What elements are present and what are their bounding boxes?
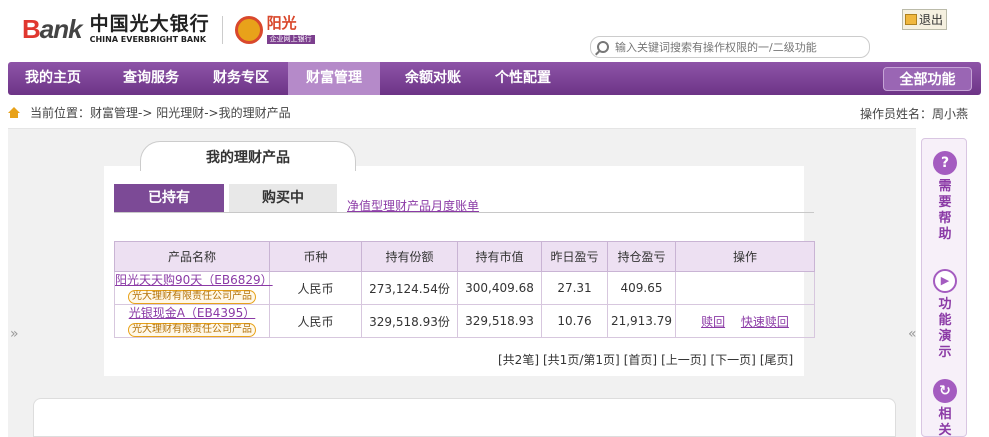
col-position: 持仓盈亏 (607, 241, 676, 272)
logo-cn-name: 中国光大银行 (89, 13, 210, 35)
logo-divider (221, 15, 223, 44)
monthly-bill-link[interactable]: 净值型理财产品月度账单 (347, 197, 479, 214)
logo-cn-block: 中国光大银行 CHINA EVERBRIGHT BANK (90, 15, 210, 44)
tab-my-products[interactable]: 我的理财产品 (140, 141, 356, 171)
yesterday-cell: 10.76 (541, 304, 608, 338)
expand-left-arrow[interactable]: » (10, 326, 19, 342)
holdings-table: 产品名称 币种 持有份额 持有市值 昨日盈亏 持仓盈亏 操作 阳光天天购90天（… (114, 241, 815, 338)
position-cell: 21,913.79 (607, 304, 676, 338)
value-cell: 300,409.68 (457, 271, 542, 305)
col-value: 持有市值 (457, 241, 542, 272)
tab-buying[interactable]: 购买中 (229, 184, 337, 212)
nav-item-finance[interactable]: 财务专区 (196, 62, 286, 95)
header: Bank 中国光大银行 CHINA EVERBRIGHT BANK 阳光 企业网… (0, 0, 989, 60)
actions-cell: 赎回 快速赎回 (675, 304, 815, 338)
logo-bank-text: Bank (22, 14, 83, 44)
search-icon[interactable] (597, 41, 609, 53)
product-cell: 阳光天天购90天（EB6829） 光大理财有限责任公司产品 (114, 271, 273, 305)
logout-label: 退出 (919, 13, 944, 27)
position-cell: 409.65 (607, 271, 676, 305)
sun-subtitle: 企业网上银行 (266, 34, 315, 44)
table-row: 光银现金A（EB4395） 光大理财有限责任公司产品 人民币 329,518.9… (114, 304, 815, 338)
breadcrumb-text: 当前位置：财富管理-> 阳光理财->我的理财产品 (30, 106, 291, 120)
nav-item-settings[interactable]: 个性配置 (478, 62, 568, 95)
col-currency: 币种 (269, 241, 362, 272)
search-box[interactable] (590, 36, 870, 58)
col-shares: 持有份额 (361, 241, 458, 272)
pager-total: [共2笔] (498, 353, 539, 367)
breadcrumb: 当前位置：财富管理-> 阳光理财->我的理财产品 (8, 104, 291, 121)
shares-cell: 273,124.54份 (361, 271, 458, 305)
pager-last[interactable]: [尾页] (760, 351, 793, 368)
nav-item-wealth[interactable]: 财富管理 (288, 62, 380, 95)
pager-prev[interactable]: [上一页] (661, 351, 706, 368)
table-row: 阳光天天购90天（EB6829） 光大理财有限责任公司产品 人民币 273,12… (114, 271, 815, 305)
actions-cell (675, 271, 815, 305)
side-demo-label: 功能演示 (938, 297, 952, 360)
quick-redeem-link[interactable]: 快速赎回 (741, 315, 789, 329)
pager-next[interactable]: [下一页] (710, 351, 755, 368)
value-cell: 329,518.93 (457, 304, 542, 338)
logo-en-name: CHINA EVERBRIGHT BANK (89, 35, 207, 44)
product-name-link[interactable]: 阳光天天购90天（EB6829） (115, 273, 273, 288)
side-help-label: 需要帮助 (938, 179, 952, 242)
shares-cell: 329,518.93份 (361, 304, 458, 338)
table-header-row: 产品名称 币种 持有份额 持有市值 昨日盈亏 持仓盈亏 操作 (114, 241, 815, 272)
product-cell: 光银现金A（EB4395） 光大理财有限责任公司产品 (114, 304, 270, 338)
sun-title: 阳光 (266, 13, 297, 32)
yesterday-cell: 27.31 (541, 271, 608, 305)
bottom-panel (33, 398, 896, 437)
home-icon (8, 107, 20, 118)
sun-icon (234, 15, 263, 44)
search-input[interactable] (615, 40, 855, 54)
side-toolbar: ? 需要帮助 ▶ 功能演示 ↻ 相关 (921, 138, 967, 437)
pager-first[interactable]: [首页] (624, 351, 657, 368)
currency-cell: 人民币 (269, 304, 362, 338)
tab-held[interactable]: 已持有 (114, 184, 224, 212)
side-related[interactable]: ↻ 相关 (922, 379, 968, 437)
collapse-right-arrow[interactable]: « (908, 326, 917, 342)
redeem-link[interactable]: 赎回 (701, 315, 725, 329)
main-nav: 我的主页 查询服务 财务专区 财富管理 余额对账 个性配置 全部功能 (8, 62, 981, 95)
play-icon: ▶ (933, 269, 957, 293)
operator-name: 操作员姓名：周小燕 (859, 107, 968, 121)
issuer-badge: 光大理财有限责任公司产品 (128, 289, 256, 304)
sunshine-logo: 阳光 企业网上银行 (234, 13, 315, 44)
logout-icon (905, 14, 917, 25)
currency-cell: 人民币 (269, 271, 362, 305)
nav-item-home[interactable]: 我的主页 (8, 62, 98, 95)
all-functions-button[interactable]: 全部功能 (883, 67, 972, 91)
refresh-icon: ↻ (933, 379, 957, 403)
nav-item-query[interactable]: 查询服务 (106, 62, 196, 95)
col-actions: 操作 (675, 241, 815, 272)
bank-logo[interactable]: Bank 中国光大银行 CHINA EVERBRIGHT BANK 阳光 企业网… (22, 14, 315, 45)
question-icon: ? (933, 151, 957, 175)
issuer-badge: 光大理财有限责任公司产品 (128, 322, 256, 337)
col-product-name: 产品名称 (114, 241, 270, 272)
side-related-label: 相关 (938, 407, 952, 437)
nav-item-balance[interactable]: 余额对账 (388, 62, 478, 95)
pager-pages: [共1页/第1页] (543, 353, 620, 367)
side-demo[interactable]: ▶ 功能演示 (922, 269, 968, 361)
pagination: [共2笔] [共1页/第1页] [首页] [上一页] [下一页] [尾页] (498, 351, 793, 368)
logout-button[interactable]: 退出 (902, 9, 948, 30)
product-name-link[interactable]: 光银现金A（EB4395） (115, 306, 269, 321)
side-help[interactable]: ? 需要帮助 (922, 151, 968, 243)
col-yesterday: 昨日盈亏 (541, 241, 608, 272)
